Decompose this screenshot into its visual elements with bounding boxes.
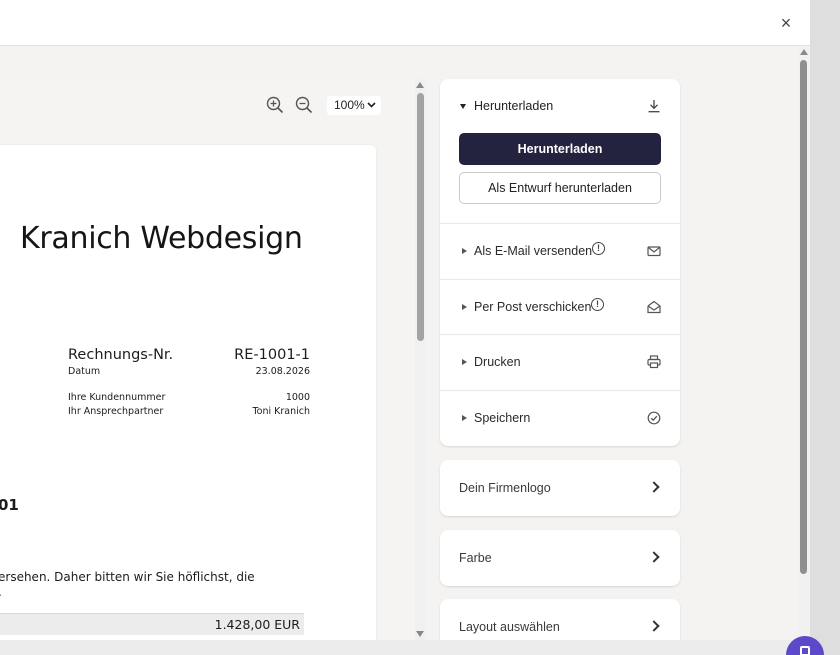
chevron-right-icon [648,551,660,563]
scroll-down-icon[interactable] [416,631,424,637]
contact-name: Toni Kranich [252,406,310,417]
caret-right-icon [462,304,467,310]
scroll-thumb[interactable] [800,60,807,574]
body-text-line: ersehen. Daher bitten wir Sie höflichst,… [0,570,255,584]
chat-icon [800,646,810,655]
invoice-preview: 100% Kranich Webdesign Rechnungs-Nr. RE-… [0,79,415,640]
invoice-no: RE-1001-1 [234,347,310,363]
warning-icon: ! [592,242,605,255]
color-label: Farbe [459,551,492,565]
chevron-down-icon [367,96,376,122]
backdrop [810,0,840,655]
bottom-bar [0,640,810,655]
close-icon[interactable]: × [777,14,795,32]
email-section-title: Als E-Mail versenden [474,244,593,258]
print-section-title: Drucken [474,355,521,369]
caret-right-icon [462,359,467,365]
mail-icon [647,246,661,257]
download-draft-button[interactable]: Als Entwurf herunterladen [459,172,661,204]
zoom-value: 100% [334,98,365,112]
zoom-out-icon[interactable] [295,96,313,114]
open-envelope-icon [647,300,661,314]
download-section-title: Herunterladen [474,99,554,113]
company-logo-card[interactable]: Dein Firmenlogo [440,460,680,516]
invoice-date: 23.08.2026 [255,366,310,377]
contact-label: Ihr Ansprechpartner [68,406,164,417]
invoice-paper: Kranich Webdesign Rechnungs-Nr. RE-1001-… [0,145,376,640]
customer-no: 1000 [285,392,310,403]
customer-no-label: Ihre Kundennummer [68,392,166,403]
chevron-right-icon [648,481,660,493]
warning-icon: ! [591,298,604,311]
download-icon [648,100,660,113]
save-section-header[interactable]: Speichern [440,390,680,446]
printer-icon [647,355,661,369]
download-section-header[interactable]: Herunterladen [440,79,680,135]
caret-right-icon [462,415,467,421]
post-section-title: Per Post verschicken [474,300,592,314]
preview-scrollbar[interactable] [415,79,426,640]
post-section-header[interactable]: Per Post verschicken ! [440,279,680,335]
email-section-header[interactable]: Als E-Mail versenden ! [440,223,680,279]
color-card[interactable]: Farbe [440,530,680,586]
caret-right-icon [462,248,467,254]
invoice-heading: 01 [0,496,19,514]
check-circle-icon [647,411,661,425]
total-row: 1.428,00 EUR [0,613,304,635]
zoom-select[interactable]: 100% [327,96,381,115]
caret-down-icon [460,104,466,109]
scroll-up-icon[interactable] [800,49,808,55]
zoom-in-icon[interactable] [266,96,284,114]
company-name: Kranich Webdesign [20,221,303,256]
scroll-up-icon[interactable] [416,82,424,88]
date-label: Datum [68,366,101,377]
print-section-header[interactable]: Drucken [440,334,680,390]
layout-label: Layout auswählen [459,620,560,634]
modal-header: × [0,0,810,46]
company-logo-label: Dein Firmenlogo [459,481,551,495]
modal-scrollbar[interactable] [798,46,810,655]
download-button[interactable]: Herunterladen [459,133,661,165]
total-amount: 1.428,00 EUR [214,617,300,632]
modal: × 100% Kranich Webdesign Rechnungs-Nr. R… [0,0,810,655]
save-section-title: Speichern [474,411,531,425]
scroll-thumb[interactable] [417,93,424,341]
invoice-no-label: Rechnungs-Nr. [68,347,174,363]
chevron-right-icon [648,620,660,632]
body-text-line: . [0,585,2,599]
output-options-card: Herunterladen Herunterladen Als Entwurf … [440,79,680,446]
